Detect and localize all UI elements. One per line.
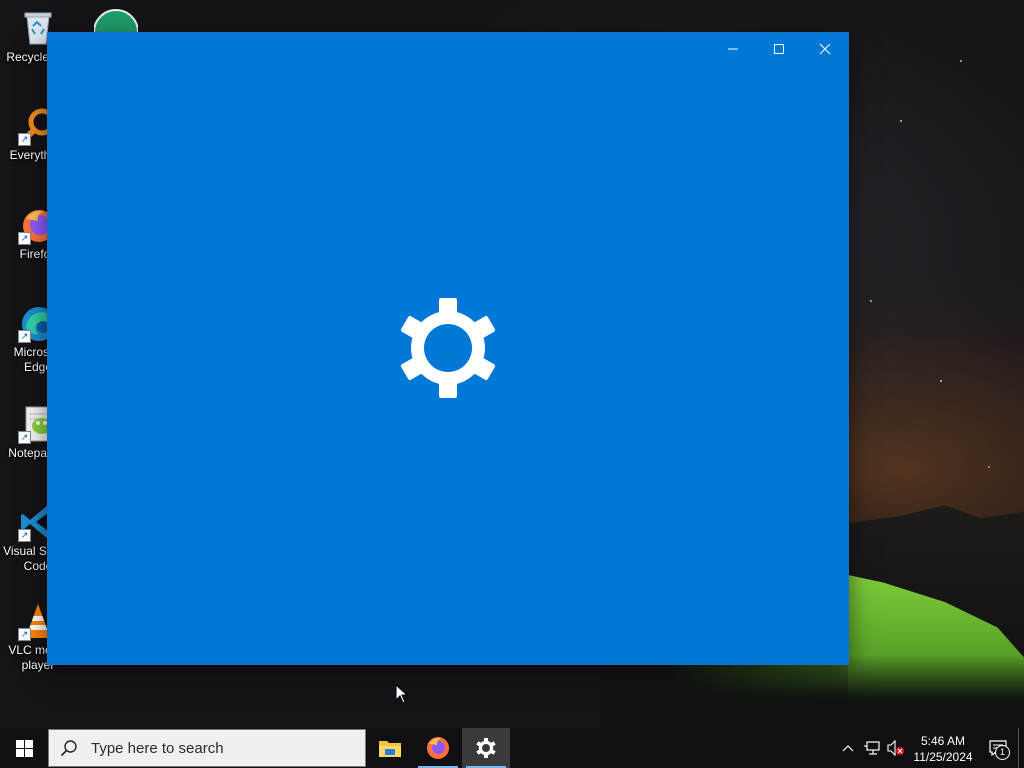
action-center-button[interactable]: 1 <box>978 728 1018 768</box>
shortcut-arrow-icon: ↗ <box>18 232 31 245</box>
taskbar-app-file-explorer[interactable] <box>366 728 414 768</box>
taskbar-app-settings[interactable] <box>462 728 510 768</box>
taskbar-search-box[interactable] <box>48 729 366 767</box>
minimize-icon <box>728 48 738 50</box>
volume-muted-icon <box>887 740 904 756</box>
maximize-icon <box>774 44 784 54</box>
shortcut-arrow-icon: ↗ <box>18 330 31 343</box>
shortcut-arrow-icon: ↗ <box>18 431 31 444</box>
mouse-cursor-icon <box>395 684 409 704</box>
folder-icon <box>379 741 401 757</box>
settings-window[interactable] <box>48 33 848 664</box>
close-icon <box>819 43 831 55</box>
clock[interactable]: 5:46 AM 11/25/2024 <box>908 732 978 765</box>
window-controls <box>710 33 848 65</box>
start-button[interactable] <box>0 728 48 768</box>
shortcut-arrow-icon: ↗ <box>18 529 31 542</box>
show-hidden-icons-button[interactable] <box>836 728 860 768</box>
clock-time: 5:46 AM <box>920 733 966 748</box>
show-desktop-button[interactable] <box>1018 728 1024 768</box>
taskbar: 5:46 AM 11/25/2024 1 <box>0 728 1024 768</box>
windows-logo-icon <box>15 739 33 757</box>
shortcut-arrow-icon: ↗ <box>18 133 31 146</box>
minimize-button[interactable] <box>710 33 756 65</box>
chevron-up-icon <box>842 745 854 752</box>
network-icon <box>864 741 880 755</box>
clock-date: 11/25/2024 <box>913 749 973 764</box>
firefox-icon <box>427 737 449 759</box>
taskbar-app-firefox[interactable] <box>414 728 462 768</box>
wallpaper-ground <box>600 655 1024 728</box>
search-icon <box>49 739 89 757</box>
maximize-button[interactable] <box>756 33 802 65</box>
search-input[interactable] <box>89 738 353 758</box>
system-tray: 5:46 AM 11/25/2024 1 <box>836 728 1024 768</box>
gear-icon <box>476 738 496 758</box>
gear-icon <box>400 298 496 398</box>
network-button[interactable] <box>860 728 884 768</box>
close-button[interactable] <box>802 33 848 65</box>
volume-button[interactable] <box>884 728 908 768</box>
shortcut-arrow-icon: ↗ <box>18 628 31 641</box>
notification-count-badge: 1 <box>995 745 1010 760</box>
